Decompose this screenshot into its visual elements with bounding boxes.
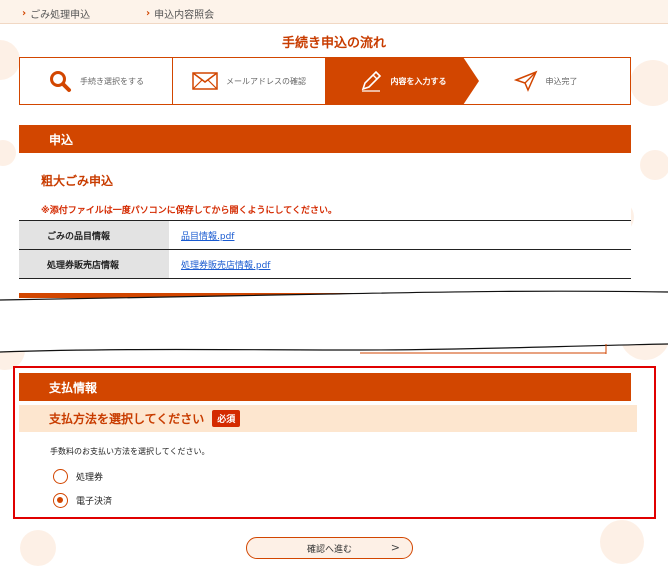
radio-label: 電子決済	[76, 497, 113, 507]
table-row: 処理券販売店情報 処理券販売店情報.pdf	[19, 249, 631, 279]
breadcrumb-item-inquiry[interactable]: › 申込内容照会	[146, 6, 214, 21]
mail-icon	[192, 71, 218, 91]
row-value: 品目情報.pdf	[169, 220, 631, 250]
confirm-button[interactable]: 確認へ進む >	[246, 537, 413, 559]
payment-description: 手数料のお支払い方法を選択してください。	[50, 447, 210, 456]
send-icon	[513, 70, 538, 92]
payment-method-title: 支払方法を選択してください	[49, 412, 205, 426]
decor-circle	[20, 530, 56, 566]
attachment-notice: ※添付ファイルは一度パソコンに保存してから開くようにしてください。	[41, 206, 337, 216]
payment-option-electronic[interactable]: 電子決済	[53, 493, 112, 508]
pencil-icon	[359, 69, 383, 93]
torn-page-divider	[0, 290, 668, 354]
step-indicator: 手続き選択をする メールアドレスの確認 内容を入力する 申込完了	[19, 57, 631, 105]
decor-circle	[640, 150, 668, 180]
application-subtitle: 粗大ごみ申込	[41, 174, 114, 188]
decor-circle	[600, 520, 644, 564]
breadcrumb-label: 申込内容照会	[154, 10, 215, 21]
breadcrumb-item-gomi[interactable]: › ごみ処理申込	[22, 6, 90, 21]
row-label: ごみの品目情報	[19, 220, 169, 250]
row-label: 処理券販売店情報	[19, 249, 169, 279]
decor-circle	[630, 60, 668, 106]
search-icon	[48, 69, 72, 93]
decor-circle	[0, 140, 16, 166]
payment-method-bar: 支払方法を選択してください 必須	[19, 405, 637, 432]
row-value: 処理券販売店情報.pdf	[169, 249, 631, 279]
attachment-table: ごみの品目情報 品目情報.pdf 処理券販売店情報 処理券販売店情報.pdf	[19, 220, 631, 279]
payment-header: 支払情報	[19, 373, 631, 401]
chevron-right-icon: ›	[22, 8, 27, 19]
step-complete: 申込完了	[469, 58, 622, 104]
chevron-right-icon: ›	[146, 8, 151, 19]
radio-button[interactable]	[53, 469, 68, 484]
step-input: 内容を入力する	[326, 58, 479, 104]
payment-option-ticket[interactable]: 処理券	[53, 469, 103, 484]
required-badge: 必須	[212, 410, 241, 427]
table-row: ごみの品目情報 品目情報.pdf	[19, 220, 631, 250]
chevron-right-icon: >	[390, 541, 400, 554]
item-info-pdf-link[interactable]: 品目情報.pdf	[181, 232, 234, 242]
breadcrumb-label: ごみ処理申込	[30, 10, 91, 21]
step-label: 手続き選択をする	[80, 76, 144, 86]
step-label: 申込完了	[545, 76, 578, 86]
step-label: 内容を入力する	[390, 76, 447, 86]
step-label: メールアドレスの確認	[226, 76, 306, 86]
breadcrumb: › ごみ処理申込 › 申込内容照会	[0, 0, 668, 24]
confirm-label: 確認へ進む	[306, 544, 352, 555]
step-select: 手続き選択をする	[20, 58, 173, 104]
flow-title: 手続き申込の流れ	[281, 36, 386, 51]
radio-button-selected[interactable]	[53, 493, 68, 508]
application-header: 申込	[19, 125, 631, 153]
store-info-pdf-link[interactable]: 処理券販売店情報.pdf	[181, 261, 270, 271]
step-mail: メールアドレスの確認	[173, 58, 326, 104]
radio-label: 処理券	[76, 473, 104, 483]
